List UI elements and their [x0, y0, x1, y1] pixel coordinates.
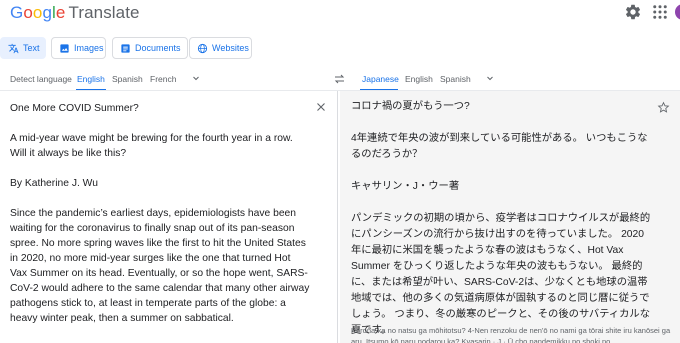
websites-mode-button[interactable]: Websites: [189, 37, 252, 59]
translation-panel: コロナ禍の夏がもう一つ? 4年連続で年央の波が到来している可能性がある。 いつも…: [340, 91, 680, 343]
transliteration-text: Korona-ka no natsu ga mōhitotsu? 4-Nen r…: [351, 326, 671, 343]
globe-icon: [197, 43, 208, 54]
lang-spanish-target[interactable]: Spanish: [440, 74, 471, 84]
google-translate-logo[interactable]: Google Translate: [10, 3, 140, 23]
apps-grid-icon[interactable]: [651, 3, 669, 21]
text-mode-button[interactable]: Text: [0, 37, 46, 59]
swap-languages-icon[interactable]: [333, 73, 346, 85]
product-name: Translate: [68, 3, 140, 22]
lang-detect[interactable]: Detect language: [10, 74, 72, 84]
source-paragraph: One More COVID Summer?: [10, 103, 139, 114]
source-paragraph: A mid-year wave might be brewing for the…: [10, 133, 293, 159]
star-icon[interactable]: [657, 101, 670, 114]
image-icon: [60, 44, 69, 53]
lang-spanish-source[interactable]: Spanish: [112, 74, 143, 84]
documents-mode-button[interactable]: Documents: [112, 37, 188, 59]
source-language-bar: Detect language English Spanish French: [0, 66, 330, 91]
translation-paragraph: 4年連続で年央の波が到来している可能性がある。 いつもこうなるのだろうか？: [351, 133, 648, 160]
logo-letter: o: [23, 3, 33, 22]
lang-japanese-target[interactable]: Japanese: [362, 74, 399, 84]
logo-letter: e: [55, 3, 66, 22]
clear-text-icon[interactable]: [315, 101, 327, 113]
logo-letter: g: [42, 3, 53, 22]
text-mode-label: Text: [23, 43, 40, 53]
chevron-down-icon[interactable]: [190, 72, 202, 84]
source-text-panel[interactable]: One More COVID Summer? A mid-year wave m…: [0, 91, 338, 343]
top-bar: Google Translate: [0, 0, 680, 28]
logo-letter: G: [10, 3, 24, 22]
websites-mode-label: Websites: [212, 43, 249, 53]
translation-paragraph: コロナ禍の夏がもう一つ?: [351, 101, 470, 112]
target-language-bar: Japanese English Spanish: [350, 66, 680, 91]
translation-paragraph: パンデミックの初期の頃から、疫学者はコロナウイルスが最終的にパンシーズンの流行か…: [351, 213, 651, 336]
translation-paragraph: キャサリン・J・ウー著: [351, 181, 460, 192]
lang-english-source[interactable]: English: [77, 74, 105, 84]
lang-french-source[interactable]: French: [150, 74, 176, 84]
source-paragraph: By Katherine J. Wu: [10, 178, 98, 189]
translate-icon: [8, 43, 19, 54]
translation-output: コロナ禍の夏がもう一つ? 4年連続で年央の波が到来している可能性がある。 いつも…: [351, 99, 651, 343]
images-mode-button[interactable]: Images: [51, 37, 106, 59]
lang-english-target[interactable]: English: [405, 74, 433, 84]
chevron-down-icon[interactable]: [484, 72, 496, 84]
source-paragraph: Since the pandemic’s earliest days, epid…: [10, 208, 310, 324]
images-mode-label: Images: [74, 43, 104, 53]
source-textarea[interactable]: One More COVID Summer? A mid-year wave m…: [10, 101, 310, 341]
gear-icon[interactable]: [624, 3, 642, 21]
account-avatar[interactable]: [675, 4, 680, 20]
document-icon: [121, 44, 130, 53]
documents-mode-label: Documents: [135, 43, 181, 53]
